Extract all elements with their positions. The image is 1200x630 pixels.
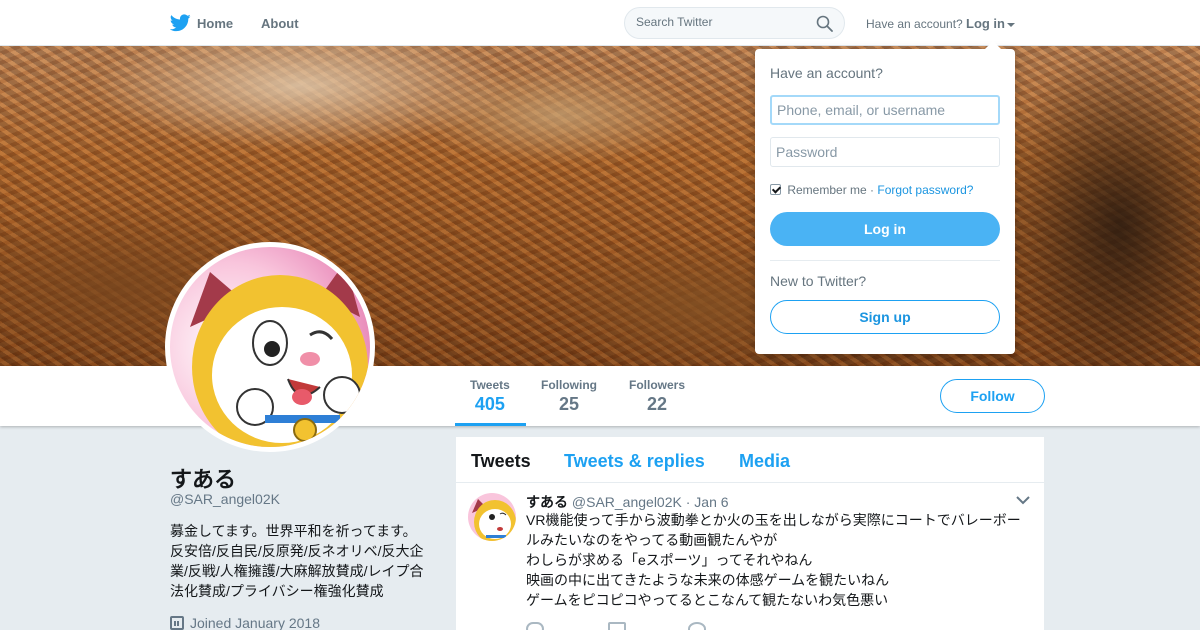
calendar-icon [170,616,184,630]
search-box[interactable] [624,7,845,39]
timeline: Tweets Tweets & replies Media すある @SAR_a… [456,437,1044,630]
login-dropdown-toggle[interactable]: Log in [966,16,1015,31]
profile-avatar[interactable] [165,242,375,452]
tweet-line: VR機能使って手から波動拳とか火の玉を出しながら実際にコートでバレーボールみたい… [526,512,1021,548]
tweet-date[interactable]: Jan 6 [694,494,728,510]
dropdown-divider [770,260,1000,261]
stat-value: 405 [474,394,505,414]
signup-button[interactable]: Sign up [770,300,1000,334]
profile-handle[interactable]: @SAR_angel02K [170,491,280,507]
follow-button[interactable]: Follow [940,379,1045,413]
tweet-text: VR機能使って手から波動拳とか火の玉を出しながら実際にコートでバレーボールみたい… [526,510,1026,610]
search-input[interactable] [636,15,806,29]
tweet-author-handle[interactable]: @SAR_angel02K [572,494,682,510]
tweet-avatar-image [468,493,516,541]
heart-icon[interactable] [688,622,706,630]
tweet-header: すある @SAR_angel02K · Jan 6 [526,492,729,512]
tab-media[interactable]: Media [739,451,790,472]
tweet-actions [526,622,766,630]
profile-display-name[interactable]: すある [170,462,236,494]
tweet-separator: · [685,494,691,510]
profile-bio: 募金してます。世界平和を祈ってます。反安倍/反自民/反原発/反ネオリベ/反大企業… [170,523,424,599]
login-dropdown: Have an account? Remember me · Forgot pa… [755,41,1015,354]
retweet-icon[interactable] [608,622,626,630]
active-stat-underline [455,423,526,426]
profile-joined: Joined January 2018 [170,615,320,630]
nav-about-link[interactable]: About [261,16,299,31]
caret-down-icon [1007,22,1015,27]
login-button[interactable]: Log in [770,212,1000,246]
reply-icon[interactable] [526,622,544,630]
remember-separator: · [870,183,875,197]
password-field[interactable] [770,137,1000,167]
tab-tweets-replies[interactable]: Tweets & replies [564,451,705,472]
have-account-text: Have an account? [866,17,963,31]
stat-label: Tweets [470,378,510,392]
avatar-image [170,247,370,447]
stat-following[interactable]: Following 25 [541,378,597,415]
login-heading: Have an account? [770,65,883,81]
new-to-twitter-text: New to Twitter? [770,273,867,289]
forgot-password-link[interactable]: Forgot password? [877,183,973,197]
stat-value: 22 [646,394,668,414]
stat-value: 25 [558,394,580,414]
login-toggle-label: Log in [966,16,1005,31]
timeline-tabs: Tweets Tweets & replies Media [456,437,1044,483]
twitter-bird-icon[interactable] [170,13,191,33]
remember-label[interactable]: Remember me [787,183,866,197]
remember-row: Remember me · Forgot password? [770,183,973,197]
joined-text: Joined January 2018 [190,615,320,630]
tab-tweets[interactable]: Tweets [471,451,531,472]
tweet-avatar[interactable] [468,493,516,541]
nav-home-link[interactable]: Home [197,16,233,31]
tweet-line: 映画の中に出てきたような未来の体感ゲームを観たいねん [526,572,890,588]
magnifier-icon[interactable] [816,15,833,32]
tweet-author-name[interactable]: すある [526,494,568,510]
chevron-down-icon[interactable] [1016,495,1030,505]
username-field[interactable] [770,95,1000,125]
stat-label: Following [541,378,597,392]
stat-label: Followers [629,378,686,392]
tweet-line: わしらが求める「eスポーツ」ってそれやねん [526,552,813,568]
stat-followers[interactable]: Followers 22 [629,378,685,415]
stat-tweets[interactable]: Tweets 405 [470,378,510,415]
tweet-line: ゲームをピコピコやってるとこなんて観たないわ気色悪い [526,592,889,608]
top-nav: Home About Have an account? Log in [0,0,1200,46]
remember-checkbox[interactable] [770,184,781,195]
